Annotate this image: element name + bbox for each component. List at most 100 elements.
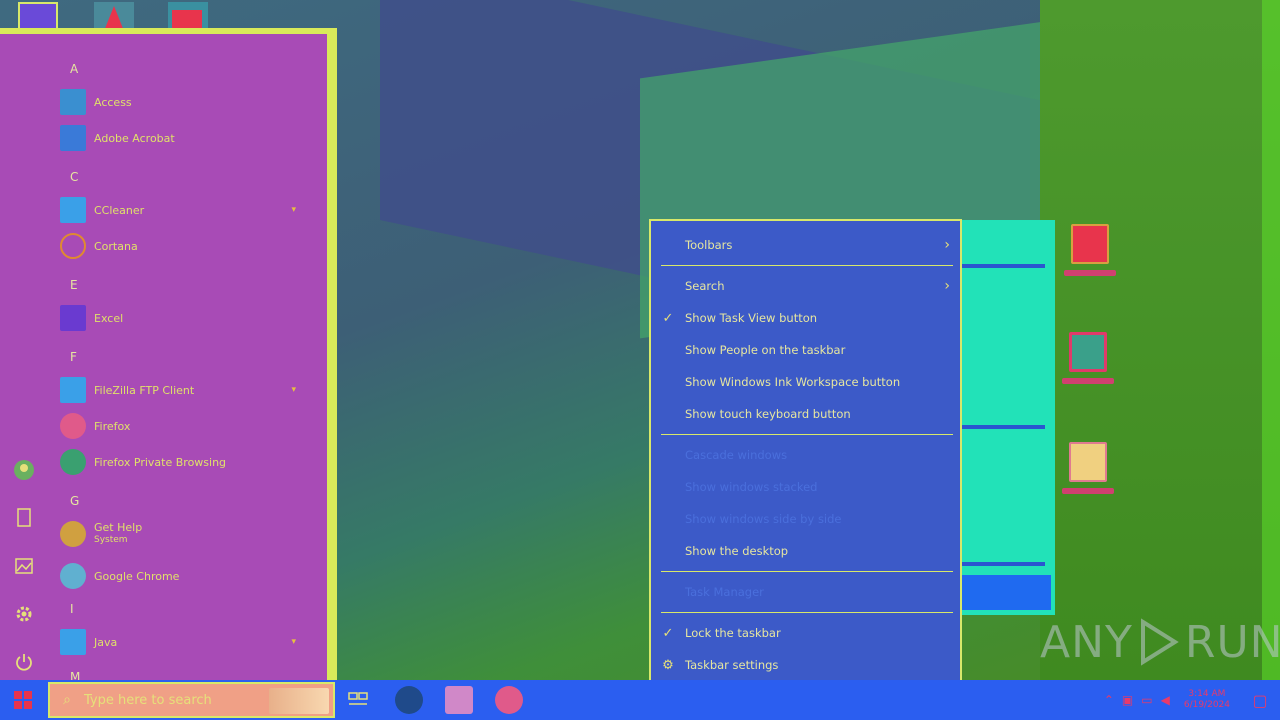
group-letter[interactable]: E [70, 278, 78, 292]
firefox-private-icon [60, 449, 86, 475]
folder-icon [60, 377, 86, 403]
window-selection [955, 575, 1051, 610]
start-menu: A Access Adobe Acrobat C CCleaner ▾ Cort… [0, 28, 337, 684]
access-icon [60, 89, 86, 115]
search-highlight-image [269, 688, 329, 714]
app-item-cortana[interactable]: Cortana [60, 230, 310, 262]
menu-separator [661, 265, 953, 266]
clock[interactable]: 3:14 AM 6/19/2024 [1184, 689, 1230, 711]
menu-item-show-touch-keyboard[interactable]: Show touch keyboard button [651, 400, 960, 428]
group-letter[interactable]: C [70, 170, 78, 184]
menu-item-cascade-windows[interactable]: Cascade windows [651, 441, 960, 469]
menu-separator [661, 434, 953, 435]
clock-date: 6/19/2024 [1183, 700, 1230, 710]
menu-label: Show the desktop [685, 544, 789, 558]
volume-icon[interactable]: ◀ [1161, 693, 1170, 707]
battery-icon[interactable]: ▭ [1141, 693, 1152, 707]
search-input[interactable] [84, 692, 274, 708]
document-icon[interactable] [12, 506, 36, 530]
file-explorer-taskbar-icon[interactable] [445, 686, 473, 714]
menu-label: Task Manager [685, 585, 764, 599]
app-item-filezilla[interactable]: FileZilla FTP Client ▾ [60, 374, 310, 406]
app-item-firefox-private[interactable]: Firefox Private Browsing [60, 446, 310, 478]
app-item-ccleaner[interactable]: CCleaner ▾ [60, 194, 310, 226]
start-rail [0, 34, 48, 680]
user-icon[interactable] [12, 458, 36, 482]
chevron-right-icon: › [944, 237, 950, 253]
menu-item-show-ink-workspace[interactable]: Show Windows Ink Workspace button [651, 368, 960, 396]
menu-label: Show Task View button [685, 311, 818, 325]
power-icon[interactable] [12, 650, 36, 674]
app-name: Get Help System [94, 522, 142, 546]
menu-item-show-desktop[interactable]: Show the desktop [651, 537, 960, 565]
play-icon [1140, 618, 1179, 666]
help-icon [60, 521, 86, 547]
chevron-down-icon: ▾ [291, 205, 296, 215]
menu-item-show-people[interactable]: Show People on the taskbar [651, 336, 960, 364]
chevron-down-icon: ▾ [291, 637, 296, 647]
desktop-icon[interactable] [1060, 224, 1120, 294]
gear-icon: ⚙ [662, 657, 674, 673]
firefox-icon [60, 413, 86, 439]
menu-label: Show touch keyboard button [685, 407, 851, 421]
notification-icon[interactable]: ▢ [1240, 680, 1280, 720]
shortcut-icon [1069, 442, 1107, 482]
shortcut-icon [1069, 332, 1107, 372]
menu-label: Show windows stacked [685, 480, 818, 494]
app-name: CCleaner [94, 203, 145, 217]
firefox-taskbar-icon[interactable] [495, 686, 523, 714]
desktop-icon[interactable] [1058, 332, 1118, 402]
start-button[interactable] [0, 680, 46, 720]
search-box[interactable]: ⌕ [48, 682, 335, 718]
app-item-adobe-acrobat[interactable]: Adobe Acrobat [60, 122, 310, 154]
app-item-google-chrome[interactable]: Google Chrome [60, 560, 310, 592]
cortana-icon [60, 233, 86, 259]
taskbar[interactable]: ⌕ ⌃ ▣ ▭ ◀ 3:14 AM 6/19/2024 ▢ [0, 680, 1280, 720]
background-window[interactable] [955, 220, 1055, 615]
window-bar [960, 562, 1045, 566]
search-icon: ⌕ [63, 692, 71, 708]
app-item-java[interactable]: Java ▾ [60, 626, 310, 658]
desktop-icon[interactable] [1058, 442, 1118, 512]
chrome-icon [60, 563, 86, 589]
menu-item-windows-side-by-side[interactable]: Show windows side by side [651, 505, 960, 533]
folder-icon [60, 197, 86, 223]
group-letter[interactable]: G [70, 494, 79, 508]
taskbar-context-menu: Toolbars › Search › ✓ Show Task View but… [649, 219, 962, 689]
watermark-right: RUN [1184, 616, 1280, 668]
chevron-down-icon: ▾ [291, 385, 296, 395]
menu-item-search[interactable]: Search › [651, 272, 960, 300]
app-item-get-help[interactable]: Get Help System [60, 518, 310, 550]
excel-icon [60, 305, 86, 331]
app-name: Firefox Private Browsing [94, 455, 227, 469]
menu-item-task-manager[interactable]: Task Manager [651, 578, 960, 606]
watermark-left: ANY [1040, 616, 1133, 668]
menu-item-windows-stacked[interactable]: Show windows stacked [651, 473, 960, 501]
pictures-icon[interactable] [12, 554, 36, 578]
menu-label: Show Windows Ink Workspace button [685, 375, 901, 389]
settings-icon[interactable] [12, 602, 36, 626]
app-name: Firefox [94, 419, 131, 433]
group-letter[interactable]: A [70, 62, 78, 76]
app-item-access[interactable]: Access [60, 86, 310, 118]
app-name: Google Chrome [94, 569, 180, 583]
edge-taskbar-icon[interactable] [395, 686, 423, 714]
menu-item-taskbar-settings[interactable]: ⚙ Taskbar settings [651, 651, 960, 679]
menu-separator [661, 612, 953, 613]
wallpaper-edge [1262, 0, 1280, 680]
checkmark-icon: ✓ [662, 310, 674, 326]
chevron-up-icon[interactable]: ⌃ [1104, 693, 1114, 707]
menu-separator [661, 571, 953, 572]
acrobat-icon [60, 125, 86, 151]
menu-item-toolbars[interactable]: Toolbars › [651, 231, 960, 259]
group-letter[interactable]: F [70, 350, 77, 364]
menu-item-show-task-view[interactable]: ✓ Show Task View button [651, 304, 960, 332]
task-view-button[interactable] [344, 686, 372, 714]
app-list: A Access Adobe Acrobat C CCleaner ▾ Cort… [48, 34, 318, 684]
menu-label: Toolbars [685, 238, 733, 252]
app-item-firefox[interactable]: Firefox [60, 410, 310, 442]
app-item-excel[interactable]: Excel [60, 302, 310, 334]
menu-item-lock-taskbar[interactable]: ✓ Lock the taskbar [651, 619, 960, 647]
group-letter[interactable]: I [70, 602, 74, 616]
network-icon[interactable]: ▣ [1122, 693, 1133, 707]
